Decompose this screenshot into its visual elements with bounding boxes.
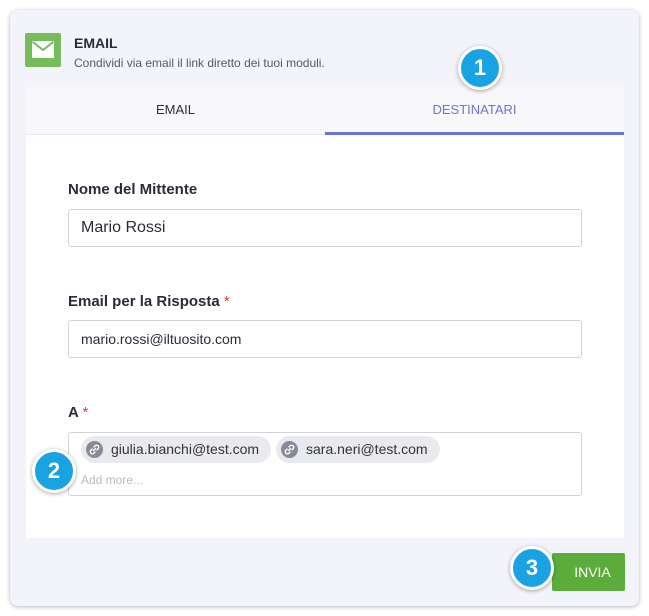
tab-email[interactable]: EMAIL — [26, 87, 325, 135]
step-badge-3: 3 — [510, 546, 554, 590]
tab-destinatari[interactable]: DESTINATARI — [325, 87, 624, 135]
panel-subtitle: Condividi via email il link diretto dei … — [74, 56, 325, 70]
link-icon — [86, 441, 103, 458]
to-label-text: A — [68, 404, 79, 421]
recipient-email: sara.neri@test.com — [306, 441, 428, 457]
required-mark: * — [82, 404, 89, 421]
reply-email-label-text: Email per la Risposta — [68, 293, 220, 310]
sender-name-input[interactable]: Mario Rossi — [68, 209, 582, 247]
required-mark: * — [223, 293, 230, 310]
tab-bar: EMAIL DESTINATARI — [26, 87, 624, 135]
envelope-icon — [25, 33, 61, 67]
recipients-field[interactable]: giulia.bianchi@test.com sara.neri@test.c… — [68, 432, 582, 496]
step-badge-2: 2 — [32, 449, 76, 493]
recipient-chip[interactable]: sara.neri@test.com — [276, 436, 440, 463]
recipient-chip[interactable]: giulia.bianchi@test.com — [81, 436, 272, 463]
add-more-input[interactable]: Add more... — [81, 473, 143, 487]
reply-email-input[interactable]: mario.rossi@iltuosito.com — [68, 320, 582, 358]
sender-name-label: Nome del Mittente — [68, 181, 197, 198]
step-badge-1: 1 — [458, 46, 502, 90]
send-button[interactable]: INVIA — [552, 553, 625, 591]
form-card: EMAIL DESTINATARI Nome del Mittente Mari… — [26, 87, 624, 538]
link-icon — [281, 441, 298, 458]
sender-name-label-text: Nome del Mittente — [68, 181, 198, 198]
recipient-email: giulia.bianchi@test.com — [111, 441, 260, 457]
panel-title: EMAIL — [74, 35, 118, 51]
reply-email-label: Email per la Risposta * — [68, 293, 230, 310]
to-label: A * — [68, 404, 88, 421]
